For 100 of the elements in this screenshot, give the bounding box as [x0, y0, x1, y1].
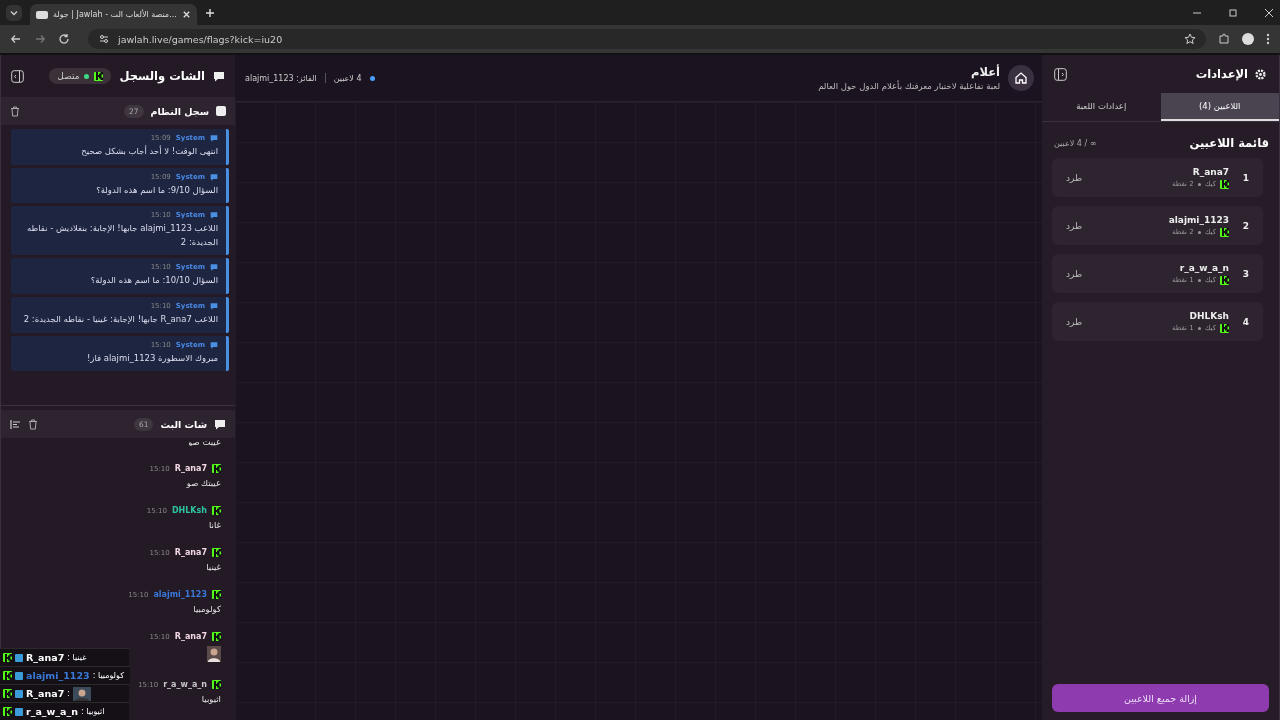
logo-icon	[1220, 179, 1229, 189]
rank-number: 1	[1241, 172, 1249, 183]
collapse-panel-icon[interactable]	[11, 69, 24, 83]
status-dot	[369, 75, 375, 81]
dot-separator	[1197, 278, 1201, 282]
chat-message: عيبت صو	[188, 438, 221, 446]
username: DHLKsh	[171, 506, 207, 515]
player-name: r_a_w_a_n	[1178, 262, 1229, 273]
logo-icon	[94, 71, 104, 81]
logo-icon	[3, 707, 12, 716]
connection-status: متصل	[49, 68, 112, 84]
home-icon	[1014, 71, 1028, 85]
username: R_ana7	[174, 632, 207, 641]
emote-icon	[207, 646, 221, 662]
logo-icon	[1220, 323, 1229, 333]
forward-icon[interactable]	[34, 33, 46, 45]
winner-label: الفائز: alajmi_1123	[245, 73, 317, 83]
username: alajmi_1123	[26, 670, 90, 681]
kick-button[interactable]: طرد	[1060, 267, 1089, 280]
info-icon	[216, 106, 226, 116]
logo-icon	[212, 680, 221, 689]
home-button[interactable]	[1008, 65, 1034, 91]
overlay-message: : اثيوبيا	[81, 707, 105, 716]
log-message: انتهى الوقت! لا أحد أجاب بشكل صحيح	[80, 145, 218, 158]
dot-separator	[1197, 230, 1201, 234]
logo-icon	[212, 506, 221, 515]
chat-icon	[210, 263, 218, 272]
log-message: اللاعب R_ana7 جابها! الإجابة: غينيا - نقاطه الجديدة: 2	[22, 312, 218, 326]
username: r_a_w_a_n	[163, 680, 207, 689]
new-tab-icon[interactable]	[204, 7, 215, 18]
rank-number: 3	[1241, 268, 1249, 279]
chat-icon	[214, 418, 226, 430]
chat-message: اثيوبيا	[201, 694, 221, 704]
align-icon[interactable]	[10, 418, 21, 430]
site-settings-icon[interactable]	[98, 33, 110, 45]
remove-all-button[interactable]: إزالة جميع اللاعبين	[1052, 684, 1269, 712]
rank-number: 4	[1241, 316, 1249, 327]
player-count: 4 لاعبين	[333, 73, 362, 83]
chat-icon	[213, 70, 225, 82]
logo-icon	[3, 689, 12, 698]
kick-button[interactable]: طرد	[1060, 315, 1089, 328]
logo-icon	[212, 548, 221, 557]
collapse-panel-icon[interactable]	[1054, 67, 1067, 81]
chat-message: عيبتك صو	[186, 478, 221, 488]
tab-list-icon[interactable]	[6, 4, 22, 21]
settings-icon	[1254, 67, 1267, 81]
logo-icon	[212, 464, 221, 473]
username: alajmi_1123	[153, 590, 207, 599]
kick-button[interactable]: طرد	[1060, 219, 1089, 232]
rank-number: 2	[1241, 220, 1249, 231]
panel-title: الإعدادات	[1195, 67, 1248, 81]
overlay-message: :	[67, 689, 70, 698]
logo-icon	[212, 590, 221, 599]
tab[interactable]: اللاعبين (4)	[1160, 93, 1279, 121]
star-icon[interactable]	[1184, 33, 1196, 45]
kick-button[interactable]: طرد	[1060, 171, 1089, 184]
favicon-icon	[36, 10, 48, 19]
logo-icon	[1220, 227, 1229, 237]
tab[interactable]: إعدادات اللعبة	[1042, 93, 1161, 121]
profile-avatar[interactable]	[1242, 33, 1254, 45]
section-title: شات البث	[160, 418, 207, 430]
chat-icon	[210, 211, 218, 220]
logo-icon	[3, 653, 12, 662]
log-message: السؤال 10/10: ما اسم هذه الدولة؟	[89, 274, 218, 288]
close-icon[interactable]	[181, 10, 191, 19]
logo-icon	[3, 671, 12, 680]
tab-title: جولة | Jawlah - منصة الألعاب الت...	[53, 10, 177, 19]
log-message: السؤال 9/10: ما اسم هذه الدولة؟	[95, 183, 218, 197]
username: R_ana7	[26, 652, 65, 663]
username: R_ana7	[174, 548, 207, 557]
trash-icon[interactable]	[10, 105, 20, 117]
chat-icon	[210, 301, 218, 310]
chat-message: غينيا	[206, 562, 221, 572]
address-bar[interactable]: jawlah.live/games/flags?kick=iu20	[88, 29, 1206, 49]
chat-message: كولومبيا	[193, 604, 221, 614]
extensions-icon[interactable]	[1218, 33, 1230, 45]
restore-icon[interactable]	[1228, 7, 1238, 18]
chat-icon	[210, 172, 218, 181]
section-title: سجل النظام	[150, 105, 209, 117]
player-name: alajmi_1123	[1168, 214, 1229, 225]
list-title: قائمة اللاعبين	[1189, 136, 1269, 150]
player-limit: ∞ / 4 لاعبين	[1054, 138, 1097, 148]
panel-title: الشات والسجل	[119, 69, 205, 83]
logo-icon	[1220, 275, 1229, 285]
dot-separator	[1197, 182, 1201, 186]
menu-icon[interactable]	[1266, 33, 1270, 45]
close-icon[interactable]	[1264, 7, 1274, 18]
trash-icon[interactable]	[28, 418, 38, 430]
username: r_a_w_a_n	[26, 706, 79, 717]
overlay-message: : كولومبيا	[92, 671, 124, 680]
logo-icon	[212, 632, 221, 641]
game-title: أعلام	[970, 65, 1000, 79]
reload-icon[interactable]	[58, 33, 70, 45]
chat-icon	[210, 340, 218, 349]
back-icon[interactable]	[10, 33, 22, 45]
player-name: DHLKsh	[1188, 310, 1229, 321]
chat-message: غانا	[209, 520, 221, 530]
player-name: R_ana7	[1191, 166, 1229, 177]
dot-separator	[1197, 326, 1201, 330]
browser-tab[interactable]: جولة | Jawlah - منصة الألعاب الت...	[30, 4, 197, 25]
